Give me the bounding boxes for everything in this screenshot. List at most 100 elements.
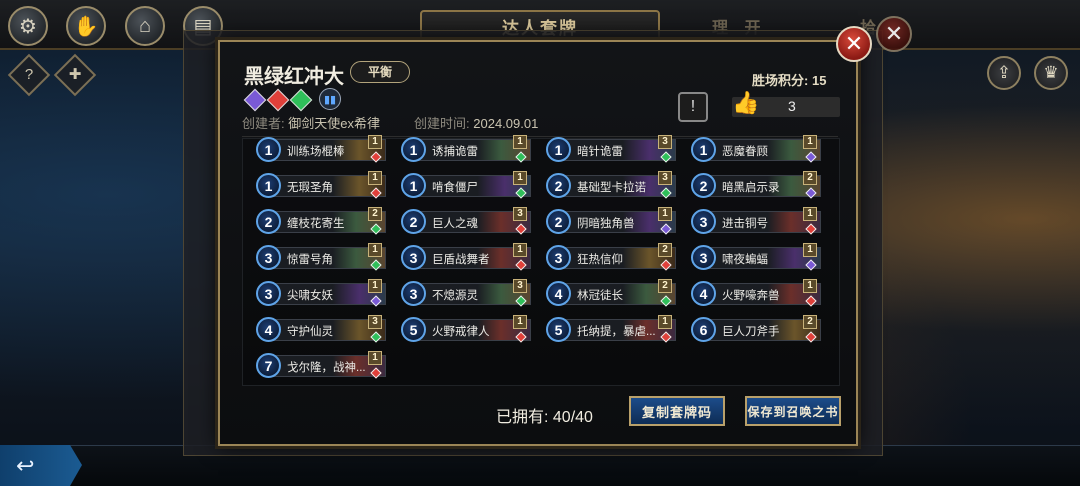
handshake-icon[interactable]: ✋ (66, 6, 106, 46)
card-count: 3 (368, 315, 382, 329)
card-name: 火野戒律人 (432, 326, 490, 338)
copy-deck-code-button[interactable]: 复制套牌码 (629, 396, 725, 426)
card-entry[interactable]: 1 训练场棍棒 1 (256, 135, 386, 163)
card-cost: 3 (401, 245, 426, 270)
card-name: 无瑕圣角 (287, 182, 333, 194)
card-entry[interactable]: 3 不熄源灵 3 (401, 279, 531, 307)
card-cost: 1 (256, 137, 281, 162)
card-count: 1 (513, 135, 527, 149)
card-count: 1 (368, 351, 382, 365)
card-entry[interactable]: 1 恶魔眷顾 1 (691, 135, 821, 163)
card-entry[interactable]: 3 惊雷号角 1 (256, 243, 386, 271)
card-entry[interactable]: 2 缠枝花寄生 2 (256, 207, 386, 235)
card-count: 1 (368, 135, 382, 149)
card-count: 3 (658, 171, 672, 185)
gear-icon[interactable]: ⚙ (8, 6, 48, 46)
card-count: 1 (803, 207, 817, 221)
created-info: 创建时间: 2024.09.01 (414, 113, 538, 132)
card-entry[interactable]: 5 托纳提，暴虐... 1 (546, 315, 676, 343)
trophy-icon[interactable]: ♛ (1034, 56, 1068, 90)
card-count: 2 (803, 171, 817, 185)
card-cost: 3 (691, 209, 716, 234)
card-count: 2 (658, 243, 672, 257)
creator-name: 御剑天使ex希律 (288, 116, 380, 131)
card-entry[interactable]: 2 基础型卡拉诺 3 (546, 171, 676, 199)
score-label: 胜场积分: (752, 73, 809, 88)
card-entry[interactable]: 1 暗针诡雷 3 (546, 135, 676, 163)
shadow-region-icon (243, 88, 267, 112)
noxus-region-icon (266, 88, 290, 112)
card-count: 1 (803, 243, 817, 257)
back-button[interactable]: ↩ (0, 445, 82, 486)
card-count: 3 (513, 279, 527, 293)
card-entry[interactable]: 3 进击铜号 1 (691, 207, 821, 235)
card-entry[interactable]: 5 火野戒律人 1 (401, 315, 531, 343)
card-cost: 3 (546, 245, 571, 270)
card-count: 1 (513, 315, 527, 329)
card-cost: 1 (546, 137, 571, 162)
creator-label: 创建者: (242, 116, 285, 131)
card-name: 啃食僵尸 (432, 182, 478, 194)
card-entry[interactable]: 4 林冠徒长 2 (546, 279, 676, 307)
back-arrow-icon: ↩ (16, 453, 35, 478)
report-icon[interactable]: ! (678, 92, 708, 122)
card-name: 尖啸女妖 (287, 290, 333, 302)
card-name: 基础型卡拉诺 (577, 182, 646, 194)
close-button[interactable]: ✕ (836, 26, 872, 62)
card-name: 狂热信仰 (577, 254, 623, 266)
card-cost: 6 (691, 317, 716, 342)
card-entry[interactable]: 3 尖啸女妖 1 (256, 279, 386, 307)
card-entry[interactable]: 3 狂热信仰 2 (546, 243, 676, 271)
owned-label: 已拥有: (496, 409, 549, 426)
card-name: 巨盾战舞者 (432, 254, 490, 266)
save-to-book-button[interactable]: 保存到召唤之书 (745, 396, 841, 426)
card-entry[interactable]: 7 戈尔隆，战神... 1 (256, 351, 386, 379)
creator-info: 创建者: 御剑天使ex希律 (242, 113, 380, 132)
card-entry[interactable]: 1 诱捕诡雷 1 (401, 135, 531, 163)
share-icon[interactable]: ⇪ (987, 56, 1021, 90)
card-entry[interactable]: 4 火野嚎奔兽 1 (691, 279, 821, 307)
card-count: 1 (513, 171, 527, 185)
card-cost: 5 (546, 317, 571, 342)
card-name: 巨人刀斧手 (722, 326, 780, 338)
card-name: 阴暗独角兽 (577, 218, 635, 230)
created-date: 2024.09.01 (473, 116, 539, 131)
card-cost: 3 (401, 281, 426, 306)
card-name: 进击铜号 (722, 218, 768, 230)
home-icon[interactable]: ⌂ (125, 6, 165, 46)
card-count: 1 (803, 279, 817, 293)
created-label: 创建时间: (414, 116, 470, 131)
deck-name: 黑绿红冲大 (244, 66, 344, 88)
card-cost: 1 (401, 173, 426, 198)
stats-chart-icon[interactable]: ▮▮ (319, 88, 341, 110)
card-cost: 2 (546, 209, 571, 234)
card-count: 1 (658, 315, 672, 329)
card-entry[interactable]: 2 巨人之魂 3 (401, 207, 531, 235)
card-cost: 2 (546, 173, 571, 198)
card-name: 火野嚎奔兽 (722, 290, 780, 302)
card-name: 缠枝花寄生 (287, 218, 345, 230)
card-cost: 3 (691, 245, 716, 270)
card-entry[interactable]: 6 巨人刀斧手 2 (691, 315, 821, 343)
card-name: 暗针诡雷 (577, 146, 623, 158)
card-entry[interactable]: 4 守护仙灵 3 (256, 315, 386, 343)
card-count: 3 (513, 207, 527, 221)
card-entry[interactable]: 2 阴暗独角兽 1 (546, 207, 676, 235)
card-cost: 2 (256, 209, 281, 234)
close-icon-background[interactable]: ✕ (876, 16, 912, 52)
score-info: 胜场积分: 15 (752, 70, 826, 89)
card-name: 训练场棍棒 (287, 146, 345, 158)
card-count: 2 (368, 207, 382, 221)
card-entry[interactable]: 1 无瑕圣角 1 (256, 171, 386, 199)
card-entry[interactable]: 2 暗黑启示录 2 (691, 171, 821, 199)
card-name: 暗黑启示录 (722, 182, 780, 194)
card-count: 1 (513, 243, 527, 257)
card-name: 戈尔隆，战神... (287, 362, 366, 374)
card-cost: 2 (401, 209, 426, 234)
card-name: 守护仙灵 (287, 326, 333, 338)
thumbs-up-icon[interactable]: 👍 (732, 90, 759, 116)
card-name: 不熄源灵 (432, 290, 478, 302)
card-entry[interactable]: 3 啸夜蝙蝠 1 (691, 243, 821, 271)
card-entry[interactable]: 1 啃食僵尸 1 (401, 171, 531, 199)
card-entry[interactable]: 3 巨盾战舞者 1 (401, 243, 531, 271)
